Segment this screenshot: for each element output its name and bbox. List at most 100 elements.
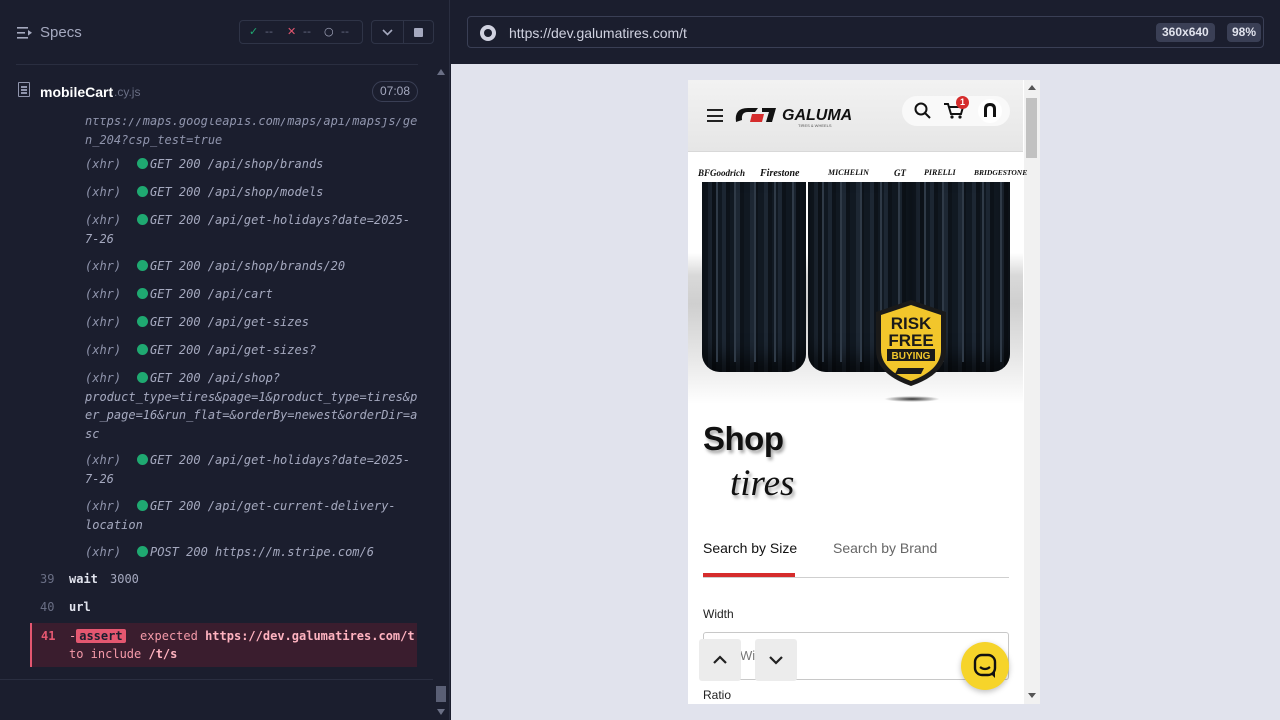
assert-line-1: - assert expected https://dev.galumatires…: [69, 629, 415, 643]
log-type: (xhr): [85, 259, 122, 273]
assert-line-2: to include /t/s: [69, 647, 177, 661]
log-entry[interactable]: (xhr) GET 200 /api/get-current-delivery-l…: [85, 497, 415, 534]
pending-icon: ○: [324, 25, 334, 38]
file-icon: [18, 82, 30, 97]
galuma-logo[interactable]: GALUMA TIRES & WHEELS: [732, 100, 872, 130]
log-text: https://maps.googleapis.com/maps/api/map…: [85, 118, 418, 147]
specs-list-icon[interactable]: [17, 26, 33, 40]
status-dot-icon: [137, 500, 148, 511]
tab-search-by-brand[interactable]: Search by Brand: [833, 540, 937, 556]
status-dot-icon: [137, 344, 148, 355]
header-actions: 1: [902, 96, 1010, 126]
log-text: GET 200 /api/cart: [150, 287, 273, 301]
scroll-down-icon[interactable]: [1028, 693, 1036, 698]
chat-button[interactable]: [961, 642, 1009, 690]
scroll-down-button[interactable]: [755, 639, 797, 681]
svg-text:FREE: FREE: [888, 331, 933, 350]
status-dot-icon: [137, 454, 148, 465]
log-type: (xhr): [85, 371, 122, 385]
runner-controls: [371, 20, 434, 44]
log-type: (xhr): [85, 545, 122, 559]
log-entry[interactable]: (xhr) GET 200 /api/shop/models: [85, 183, 415, 202]
cart-count-badge: 1: [956, 96, 969, 109]
shop-title: Shop: [703, 420, 784, 457]
failed-assert-step[interactable]: 41 - assert expected https://dev.galumati…: [30, 623, 417, 667]
log-text: GET 200 /api/shop/brands/20: [150, 259, 346, 273]
user-icon[interactable]: [978, 99, 1002, 123]
log-text: GET 200 /api/shop/brands: [150, 157, 324, 171]
assert-expected: expected: [140, 629, 198, 643]
url-text[interactable]: https://dev.galumatires.com/t: [509, 25, 687, 41]
brand-logo[interactable]: PIRELLI: [924, 168, 956, 177]
brand-logo[interactable]: BFGoodrich: [698, 168, 745, 178]
active-tab-indicator: [703, 573, 795, 577]
hamburger-menu-icon[interactable]: [707, 109, 723, 122]
ratio-label: Ratio: [703, 688, 732, 702]
chevron-down-icon: [382, 29, 393, 36]
search-tabs: Search by Size Search by Brand: [703, 532, 1009, 578]
brand-logo[interactable]: MICHELIN: [828, 168, 869, 177]
step-number: 40: [40, 600, 55, 614]
log-entry[interactable]: (xhr) GET 200 /api/get-sizes?: [85, 341, 415, 360]
step-command: wait: [69, 572, 98, 586]
collapse-button[interactable]: [372, 21, 403, 43]
search-icon[interactable]: [914, 102, 931, 119]
status-dot-icon: [137, 260, 148, 271]
log-type: (xhr): [85, 499, 122, 513]
spec-file-name: mobileCart: [40, 84, 114, 100]
spec-file-header[interactable]: mobileCart .cy.js 07:08: [16, 76, 418, 106]
scroll-thumb[interactable]: [1026, 98, 1037, 158]
failed-count: --: [303, 25, 311, 38]
chat-icon: [973, 653, 997, 678]
log-type: (xhr): [85, 287, 122, 301]
command-log-scrollbar[interactable]: [433, 64, 449, 720]
brand-logo[interactable]: BRIDGESTONE: [974, 168, 1027, 177]
svg-text:BUYING: BUYING: [892, 351, 931, 362]
log-entry[interactable]: (xhr) GET 200 /api/cart: [85, 285, 415, 304]
chevron-down-icon: [769, 656, 783, 665]
log-entry[interactable]: (xhr) GET 200 /api/get-sizes: [85, 313, 415, 332]
status-dot-icon: [137, 316, 148, 327]
assert-value: /t/s: [148, 647, 178, 661]
stop-icon: [414, 28, 423, 37]
viewport-size-badge[interactable]: 360x640: [1156, 23, 1215, 42]
scroll-thumb[interactable]: [436, 686, 446, 702]
log-entry[interactable]: (xhr) GET 200 /api/shop? product_type=tir…: [85, 369, 417, 443]
log-entry[interactable]: (xhr) GET 200 /api/get-holidays?date=2025…: [85, 451, 415, 488]
log-text: GET 200 /api/get-sizes: [150, 315, 309, 329]
specs-label[interactable]: Specs: [40, 24, 82, 41]
brand-logo[interactable]: GT: [894, 168, 906, 178]
stop-button[interactable]: [404, 21, 434, 43]
command-log: https://maps.googleapis.com/maps/api/map…: [30, 118, 418, 678]
log-entry[interactable]: (xhr) POST 200 https://m.stripe.com/6: [85, 543, 415, 562]
divider: [0, 679, 433, 680]
step-number: 39: [40, 572, 55, 586]
scroll-up-button[interactable]: [699, 639, 741, 681]
url-bar[interactable]: https://dev.galumatires.com/t 360x640 98…: [467, 16, 1264, 48]
log-entry[interactable]: https://maps.googleapis.com/maps/api/map…: [85, 118, 418, 149]
log-type: (xhr): [85, 343, 122, 357]
logo-text: GALUMA: [782, 107, 852, 124]
log-entry[interactable]: (xhr) GET 200 /api/shop/brands/20: [85, 257, 415, 276]
tab-search-by-size[interactable]: Search by Size: [703, 540, 797, 556]
log-entry[interactable]: (xhr) GET 200 /api/shop/brands: [85, 155, 415, 174]
tire-image: [702, 182, 806, 372]
specs-header: Specs ✓ -- ✕ -- ○ --: [0, 0, 450, 64]
scroll-up-icon[interactable]: [1028, 85, 1036, 90]
failed-icon: ✕: [287, 25, 297, 38]
chevron-up-icon: [713, 655, 727, 664]
spec-duration: 07:08: [371, 81, 418, 102]
status-dot-icon: [137, 288, 148, 299]
log-type: (xhr): [85, 157, 122, 171]
brand-logo[interactable]: Firestone: [760, 168, 799, 179]
cypress-runner-panel: Specs ✓ -- ✕ -- ○ -- mobileCart .cy.js 0…: [0, 0, 450, 720]
scroll-up-icon[interactable]: [437, 69, 445, 75]
scroll-down-icon[interactable]: [437, 709, 445, 715]
log-type: (xhr): [85, 185, 122, 199]
log-entry[interactable]: (xhr) GET 200 /api/get-holidays?date=2025…: [85, 211, 415, 248]
brand-strip: BFGoodrich Firestone MICHELIN GT PIRELLI…: [696, 166, 1027, 182]
status-dot-icon: [137, 158, 148, 169]
passed-icon: ✓: [249, 25, 259, 38]
badge-shadow: [884, 396, 940, 402]
step-argument: 3000: [110, 572, 139, 586]
